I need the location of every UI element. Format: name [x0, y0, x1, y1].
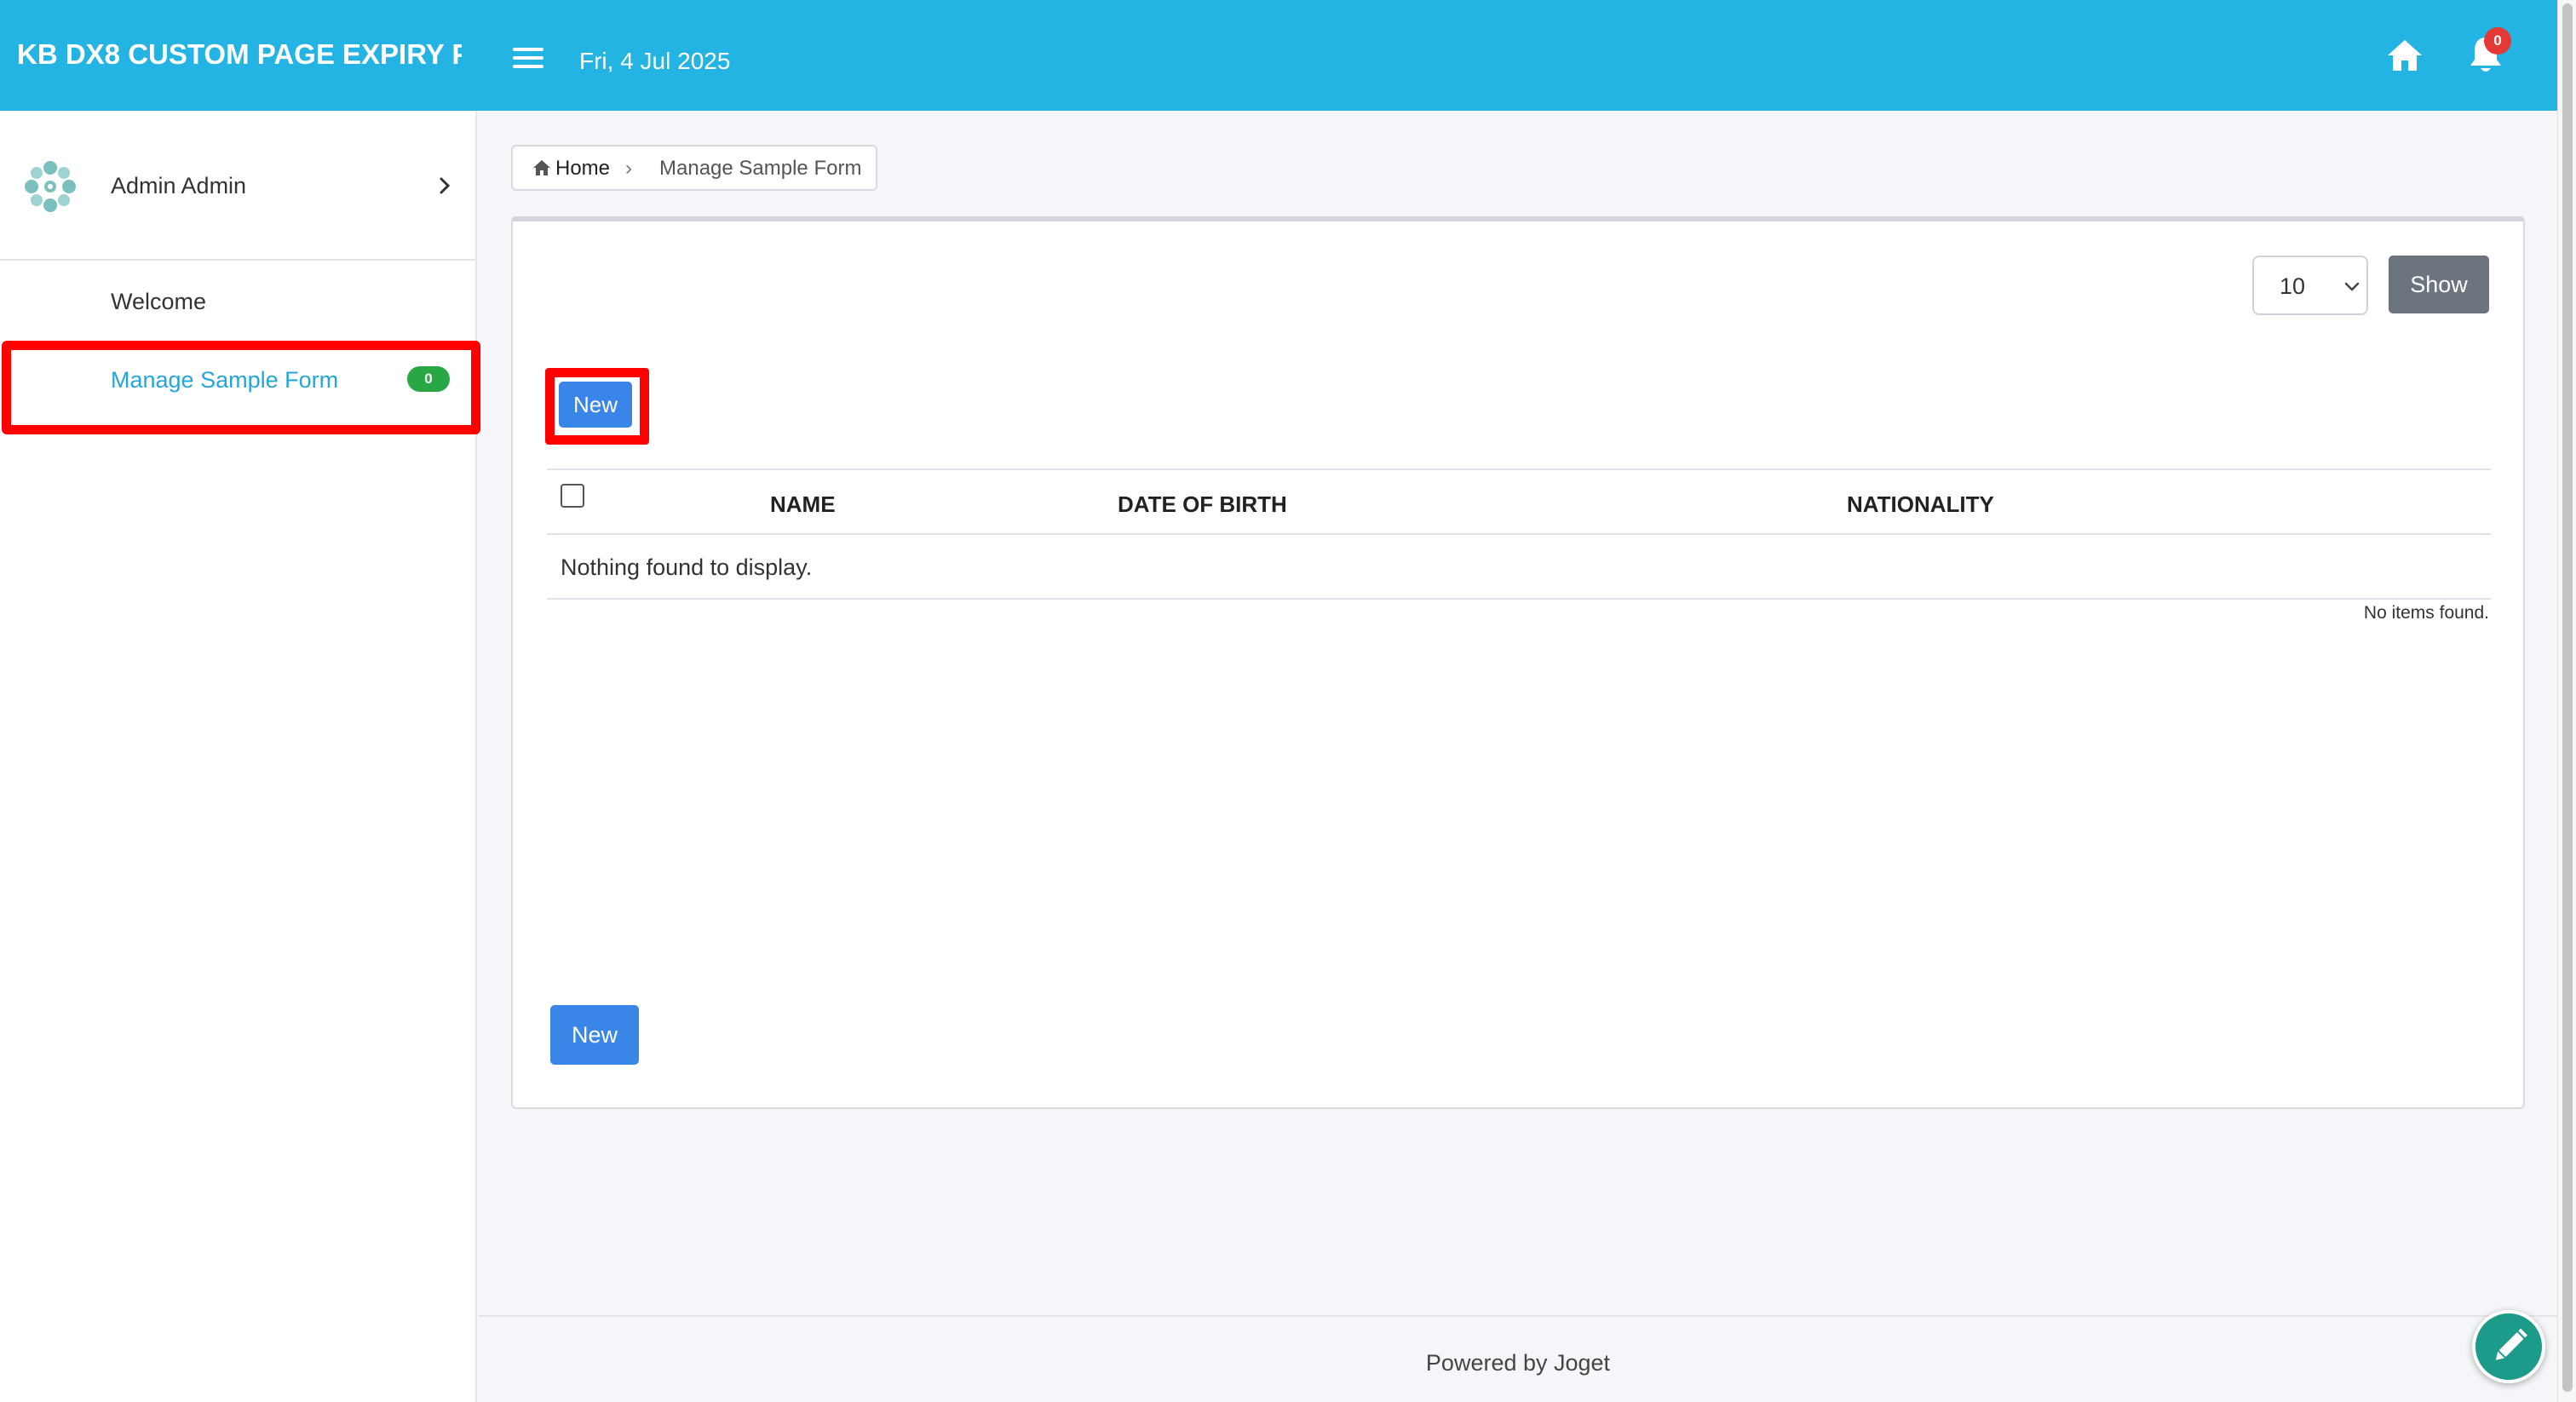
no-items-found: No items found. — [2363, 603, 2489, 623]
show-button[interactable]: Show — [2389, 256, 2489, 313]
top-header: KB DX8 CUSTOM PAGE EXPIRY POI Fri, 4 Jul… — [0, 0, 2557, 111]
empty-message: Nothing found to display. — [561, 554, 813, 580]
footer: Powered by Joget — [479, 1315, 2557, 1402]
list-card — [511, 216, 2525, 1109]
new-button-top[interactable]: New — [559, 382, 632, 428]
breadcrumb: Home › Manage Sample Form — [511, 145, 877, 191]
new-button-bottom[interactable]: New — [550, 1005, 639, 1065]
page-size-select[interactable]: 10 — [2252, 256, 2368, 315]
user-menu[interactable]: Admin Admin — [0, 111, 475, 261]
user-name: Admin Admin — [111, 173, 247, 198]
column-header-name[interactable]: NAME — [770, 489, 836, 520]
column-header-date-of-birth[interactable]: DATE OF BIRTH — [1118, 489, 1287, 520]
sidebar-item-count-badge: 0 — [407, 366, 450, 392]
app-title[interactable]: KB DX8 CUSTOM PAGE EXPIRY POI — [17, 36, 462, 73]
home-icon[interactable] — [2385, 37, 2424, 73]
sidebar-item-welcome[interactable]: Welcome — [0, 266, 475, 334]
breadcrumb-current: Manage Sample Form — [659, 157, 862, 180]
scrollbar-thumb[interactable] — [2562, 3, 2573, 1392]
avatar — [22, 158, 78, 215]
chevron-right-icon — [433, 174, 457, 198]
sidebar-item-manage-sample-form[interactable]: Manage Sample Form 0 — [0, 349, 475, 417]
footer-text: Powered by Joget — [1425, 1350, 1611, 1376]
select-all-checkbox[interactable] — [561, 484, 584, 508]
table-row: Nothing found to display. — [547, 535, 2491, 600]
chevron-right-icon: › — [625, 157, 632, 180]
sidebar: Admin Admin Welcome Manage Sample Form 0 — [0, 111, 477, 1402]
page-size-value: 10 — [2280, 273, 2306, 299]
home-icon — [532, 158, 552, 177]
chevron-down-icon — [2344, 281, 2360, 293]
hamburger-icon[interactable] — [513, 46, 543, 70]
table-header-row: NAME DATE OF BIRTH NATIONALITY — [547, 470, 2491, 535]
sidebar-item-label: Manage Sample Form — [111, 367, 339, 393]
pencil-icon[interactable] — [2472, 1310, 2545, 1383]
breadcrumb-home-link[interactable]: Home — [555, 153, 610, 184]
column-header-nationality[interactable]: NATIONALITY — [1847, 489, 1994, 520]
header-date: Fri, 4 Jul 2025 — [579, 48, 731, 74]
notification-count-badge: 0 — [2484, 27, 2511, 55]
sidebar-item-label: Welcome — [111, 289, 207, 314]
vertical-scrollbar[interactable] — [2557, 0, 2576, 1402]
